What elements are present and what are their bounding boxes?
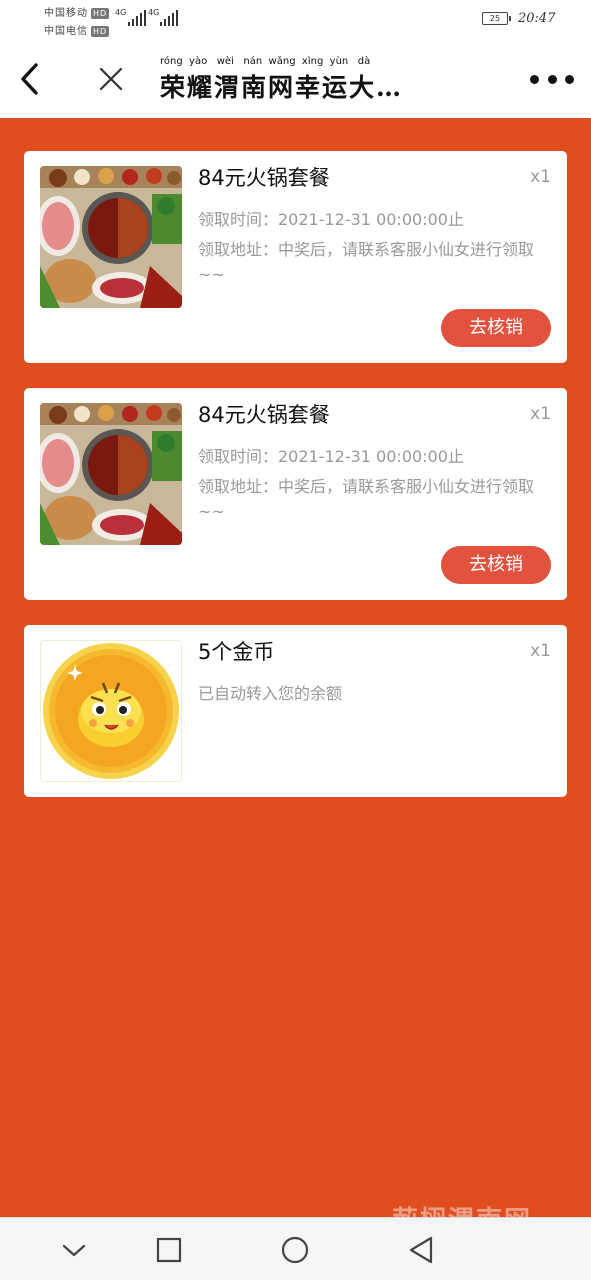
carrier-2-label: 中国电信 [44,26,88,37]
prize-card: 84元火锅套餐 x1 领取时间：2021-12-31 00:00:00止 领取地… [24,388,567,600]
system-nav-bar [0,1217,591,1280]
carrier-1: 中国移动 HD [44,4,110,19]
hotpot-image [40,166,182,308]
prize-card: 84元火锅套餐 x1 领取时间：2021-12-31 00:00:00止 领取地… [24,151,567,363]
network-1-label: 4G [115,8,127,17]
hd-badge: HD [91,25,110,37]
collapse-icon[interactable] [54,1232,94,1268]
prize-quantity: x1 [530,404,551,424]
nav-home-icon[interactable] [275,1232,315,1268]
claim-deadline: 领取时间：2021-12-31 00:00:00止 [198,447,464,466]
title-pinyin: róng yào wèi nán wǎng xìng yùn dà [160,56,371,67]
balance-note: 已自动转入您的余额 [198,684,343,703]
clock: 20:47 [518,11,556,26]
prize-title: 84元火锅套餐 [198,166,330,190]
claim-address: 领取地址：中奖后，请联系客服小仙女进行领取~~ [198,477,535,521]
status-bar: 中国移动 HD 中国电信 HD 4G 4G 25 20:47 [0,0,591,40]
claim-deadline: 领取时间：2021-12-31 00:00:00止 [198,210,464,229]
carrier-2: 中国电信 HD [44,22,110,37]
signal-icon [160,10,178,26]
back-arrow-icon[interactable] [14,60,48,98]
redeem-button[interactable]: 去核销 [441,546,551,584]
prize-quantity: x1 [530,167,551,187]
prize-quantity: x1 [530,641,551,661]
prize-card: 5个金币 x1 已自动转入您的余额 [24,625,567,797]
network-2-label: 4G [148,8,160,17]
nav-recent-icon[interactable] [149,1232,189,1268]
hd-badge: HD [91,7,110,19]
gold-coin-image [40,640,182,782]
claim-address: 领取地址：中奖后，请联系客服小仙女进行领取~~ [198,240,535,284]
nav-back-icon[interactable] [401,1232,441,1268]
close-icon[interactable] [96,64,126,94]
more-icon[interactable] [530,70,574,88]
signal-icon [128,10,146,26]
hotpot-image [40,403,182,545]
prize-title: 5个金币 [198,640,275,664]
redeem-button[interactable]: 去核销 [441,309,551,347]
carrier-1-label: 中国移动 [44,8,88,19]
battery-icon: 25 [482,12,511,25]
prize-title: 84元火锅套餐 [198,403,330,427]
title-text: 荣耀渭南网幸运大… [160,73,404,102]
nav-bar: róng yào wèi nán wǎng xìng yùn dà 荣耀渭南网幸… [0,40,591,118]
